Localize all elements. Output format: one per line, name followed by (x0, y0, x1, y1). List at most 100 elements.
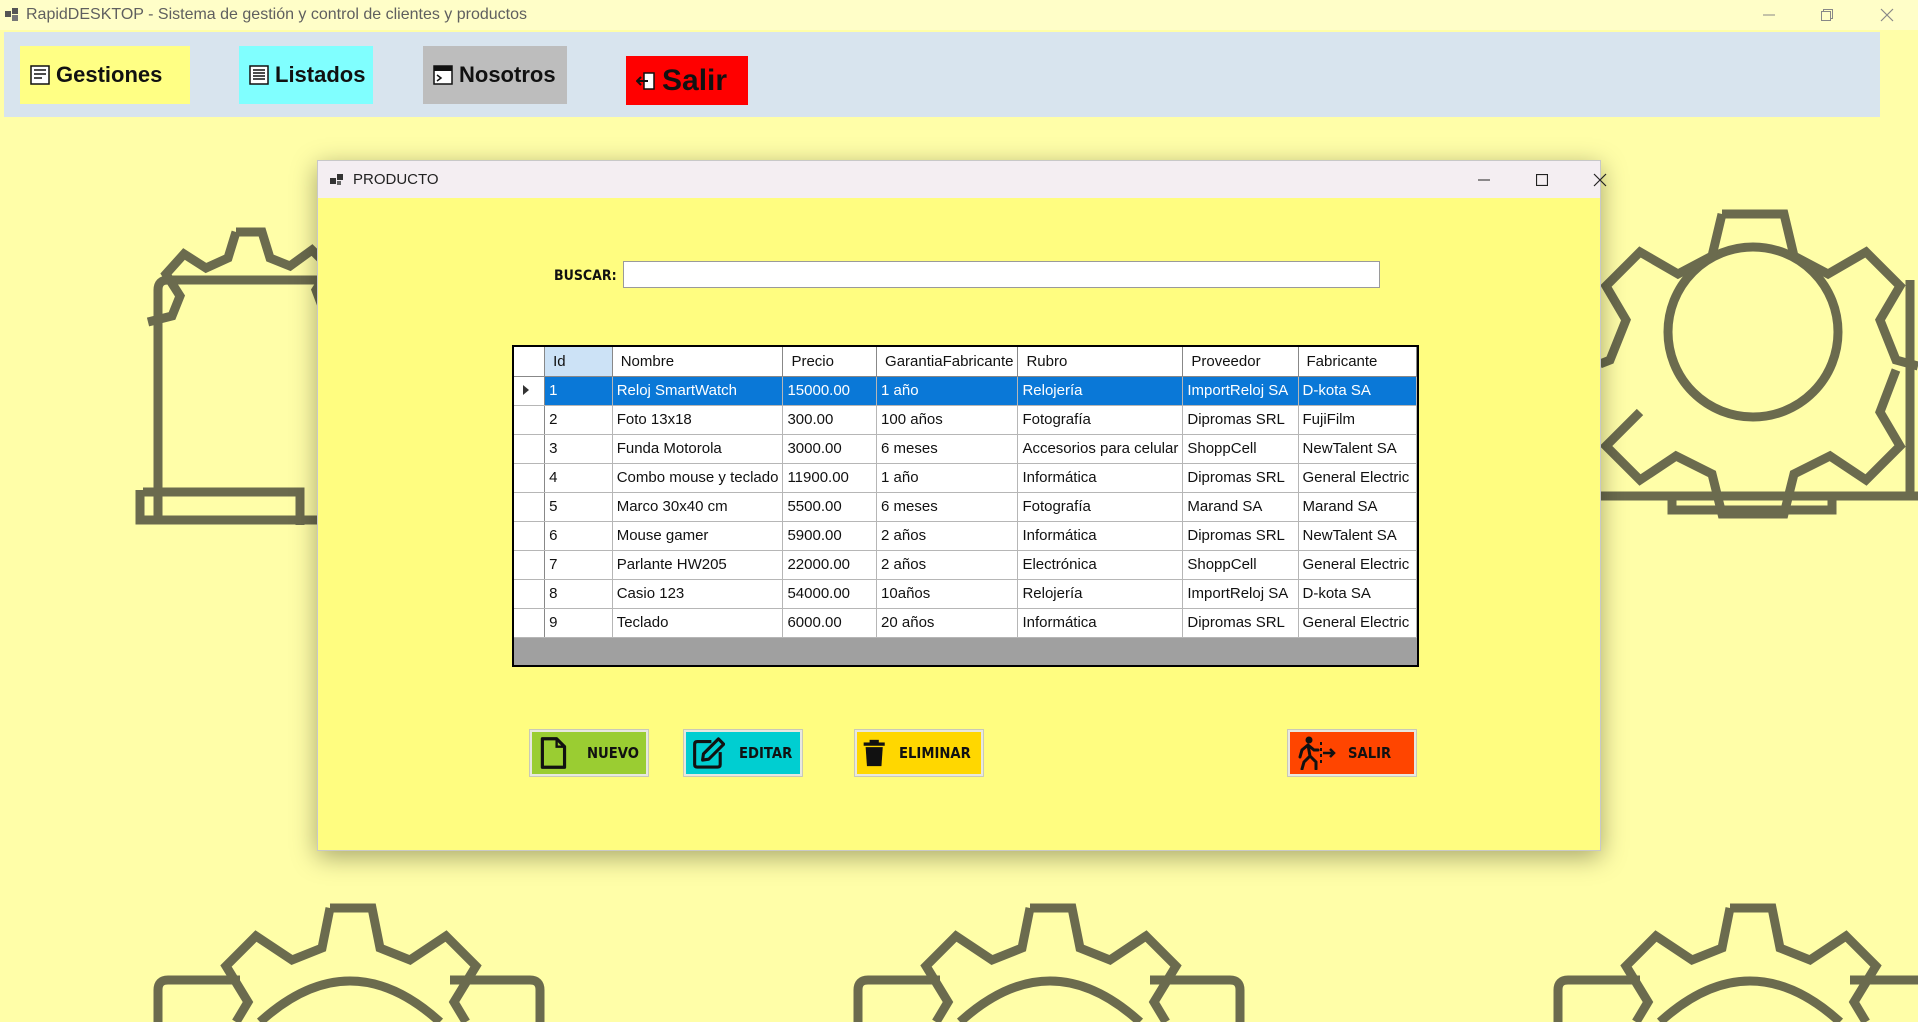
table-cell[interactable]: 6000.00 (782, 608, 878, 638)
table-cell[interactable]: Foto 13x18 (612, 405, 784, 435)
dialog-close-button[interactable] (1571, 161, 1629, 198)
table-row[interactable]: 1 Reloj SmartWatch 15000.00 1 año Relojería I… (514, 376, 1417, 406)
table-cell[interactable]: 5900.00 (782, 521, 878, 551)
table-cell[interactable]: 54000.00 (782, 579, 878, 609)
table-row[interactable]: 6 Mouse gamer 5900.00 2 años Informática Dipr… (514, 521, 1417, 551)
table-cell[interactable]: 2 (544, 405, 613, 435)
table-cell[interactable]: Marand SA (1182, 492, 1299, 522)
table-row[interactable]: 8 Casio 123 54000.00 10años Relojería ImportR… (514, 579, 1417, 609)
restore-button[interactable] (1798, 0, 1856, 30)
table-cell[interactable]: 3 (544, 434, 613, 464)
table-cell[interactable]: Accesorios para celular (1017, 434, 1184, 464)
table-cell[interactable]: NewTalent SA (1298, 434, 1417, 464)
table-cell[interactable]: General Electric (1298, 550, 1417, 580)
table-cell[interactable]: Electrónica (1017, 550, 1184, 580)
table-cell[interactable]: Funda Motorola (612, 434, 784, 464)
menu-listados[interactable]: Listados (239, 46, 373, 104)
column-header-fabricante[interactable]: Fabricante (1298, 347, 1417, 377)
table-cell[interactable]: Reloj SmartWatch (612, 376, 784, 406)
table-row[interactable]: 2 Foto 13x18 300.00 100 años Fotografía Dipro… (514, 405, 1417, 435)
row-header[interactable] (514, 405, 546, 435)
table-cell[interactable]: Informática (1017, 608, 1184, 638)
table-cell[interactable]: Informática (1017, 463, 1184, 493)
table-row[interactable]: 9 Teclado 6000.00 20 años Informática Diproma… (514, 608, 1417, 638)
table-cell[interactable]: 6 (544, 521, 613, 551)
table-cell[interactable]: ImportReloj SA (1182, 579, 1299, 609)
row-header[interactable] (514, 492, 546, 522)
dialog-maximize-button[interactable] (1513, 161, 1571, 198)
table-cell[interactable]: 15000.00 (782, 376, 878, 406)
table-row[interactable]: 5 Marco 30x40 cm 5500.00 6 meses Fotografía M… (514, 492, 1417, 522)
salir-button[interactable]: SALIR (1288, 730, 1416, 776)
table-cell[interactable]: D-kota SA (1298, 579, 1417, 609)
menu-gestiones[interactable]: Gestiones (20, 46, 190, 104)
column-header-proveedor[interactable]: Proveedor (1182, 347, 1299, 377)
table-cell[interactable]: Casio 123 (612, 579, 784, 609)
search-input[interactable] (623, 261, 1380, 288)
table-cell[interactable]: Fotografía (1017, 405, 1184, 435)
nuevo-button[interactable]: NUEVO (530, 730, 648, 776)
table-cell[interactable]: 1 año (876, 376, 1019, 406)
column-header-garantia[interactable]: GarantiaFabricante (876, 347, 1019, 377)
table-cell[interactable]: Fotografía (1017, 492, 1184, 522)
table-cell[interactable]: 3000.00 (782, 434, 878, 464)
column-header-id[interactable]: Id (544, 347, 613, 377)
products-grid[interactable]: Id Nombre Precio GarantiaFabricante Rubr… (512, 345, 1419, 667)
row-header[interactable] (514, 521, 546, 551)
minimize-button[interactable] (1740, 0, 1798, 30)
table-row[interactable]: 3 Funda Motorola 3000.00 6 meses Accesorios … (514, 434, 1417, 464)
column-header-precio[interactable]: Precio (782, 347, 878, 377)
eliminar-button[interactable]: ELIMINAR (855, 730, 983, 776)
table-row[interactable]: 7 Parlante HW205 22000.00 2 años Electrónica… (514, 550, 1417, 580)
table-cell[interactable]: 4 (544, 463, 613, 493)
table-cell[interactable]: Dipromas SRL (1182, 608, 1299, 638)
table-cell[interactable]: Combo mouse y teclado (612, 463, 784, 493)
table-cell[interactable]: Parlante HW205 (612, 550, 784, 580)
table-cell[interactable]: ShoppCell (1182, 550, 1299, 580)
table-cell[interactable]: 2 años (876, 521, 1019, 551)
table-cell[interactable]: 7 (544, 550, 613, 580)
menu-nosotros[interactable]: Nosotros (423, 46, 567, 104)
table-cell[interactable]: NewTalent SA (1298, 521, 1417, 551)
table-cell[interactable]: Dipromas SRL (1182, 463, 1299, 493)
table-cell[interactable]: Mouse gamer (612, 521, 784, 551)
table-cell[interactable]: Relojería (1017, 376, 1184, 406)
table-cell[interactable]: FujiFilm (1298, 405, 1417, 435)
row-header[interactable] (514, 434, 546, 464)
table-cell[interactable]: 300.00 (782, 405, 878, 435)
table-cell[interactable]: ShoppCell (1182, 434, 1299, 464)
table-cell[interactable]: Dipromas SRL (1182, 521, 1299, 551)
row-header[interactable] (514, 608, 546, 638)
column-header-nombre[interactable]: Nombre (612, 347, 784, 377)
table-cell[interactable]: Informática (1017, 521, 1184, 551)
table-cell[interactable]: General Electric (1298, 608, 1417, 638)
row-header[interactable] (514, 463, 546, 493)
table-row[interactable]: 4 Combo mouse y teclado 11900.00 1 año Infor… (514, 463, 1417, 493)
table-cell[interactable]: 22000.00 (782, 550, 878, 580)
table-cell[interactable]: General Electric (1298, 463, 1417, 493)
table-cell[interactable]: Dipromas SRL (1182, 405, 1299, 435)
editar-button[interactable]: EDITAR (684, 730, 802, 776)
table-cell[interactable]: 9 (544, 608, 613, 638)
table-cell[interactable]: Relojería (1017, 579, 1184, 609)
table-cell[interactable]: ImportReloj SA (1182, 376, 1299, 406)
dialog-minimize-button[interactable] (1455, 161, 1513, 198)
table-cell[interactable]: 20 años (876, 608, 1019, 638)
table-cell[interactable]: 10años (876, 579, 1019, 609)
table-cell[interactable]: 2 años (876, 550, 1019, 580)
table-cell[interactable]: 8 (544, 579, 613, 609)
menu-salir[interactable]: Salir (626, 56, 748, 105)
table-cell[interactable]: 1 (544, 376, 613, 406)
table-cell[interactable]: Marand SA (1298, 492, 1417, 522)
row-header[interactable] (514, 550, 546, 580)
table-cell[interactable]: 5500.00 (782, 492, 878, 522)
table-cell[interactable]: 1 año (876, 463, 1019, 493)
table-cell[interactable]: 100 años (876, 405, 1019, 435)
row-header[interactable] (514, 579, 546, 609)
column-header-rubro[interactable]: Rubro (1017, 347, 1184, 377)
table-cell[interactable]: 6 meses (876, 434, 1019, 464)
row-header[interactable] (514, 376, 546, 406)
table-cell[interactable]: Marco 30x40 cm (612, 492, 784, 522)
close-button[interactable] (1858, 0, 1916, 30)
table-cell[interactable]: Teclado (612, 608, 784, 638)
